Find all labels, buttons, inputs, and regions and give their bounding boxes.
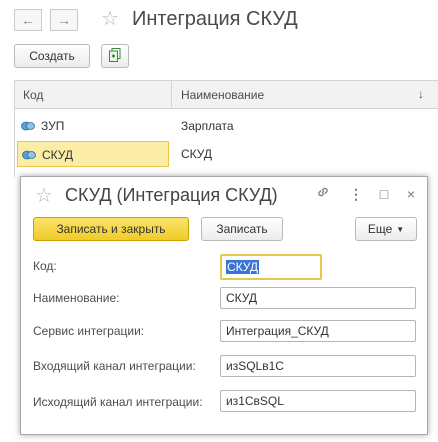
column-header-code[interactable]: Код bbox=[23, 88, 43, 102]
chain-link-icon bbox=[318, 187, 328, 197]
more-button[interactable]: Еще ▼ bbox=[355, 217, 417, 241]
chevron-down-icon: ▼ bbox=[396, 225, 405, 234]
name-label: Наименование: bbox=[33, 291, 120, 305]
incoming-channel-label: Входящий канал интеграции: bbox=[33, 359, 196, 373]
save-and-close-button[interactable]: Записать и закрыть bbox=[33, 217, 189, 241]
more-actions-icon[interactable]: ⋮ bbox=[348, 185, 364, 203]
more-button-label: Еще bbox=[367, 222, 393, 236]
row-name: Зарплата bbox=[181, 119, 234, 133]
link-icon[interactable] bbox=[315, 185, 331, 203]
copy-button[interactable] bbox=[101, 44, 129, 68]
outgoing-channel-field[interactable]: из1СвSQL bbox=[220, 390, 416, 412]
column-header-name[interactable]: Наименование bbox=[181, 88, 264, 102]
code-field-value: СКУД bbox=[226, 260, 260, 274]
page-title: Интеграция СКУД bbox=[132, 8, 298, 30]
create-button[interactable]: Создать bbox=[14, 44, 90, 68]
favorite-star-icon[interactable]: ☆ bbox=[35, 185, 53, 207]
row-code: ЗУП bbox=[41, 119, 65, 133]
catalog-item-icon bbox=[22, 150, 36, 160]
close-icon[interactable]: × bbox=[403, 185, 419, 203]
code-label: Код: bbox=[33, 259, 57, 273]
integration-service-label: Сервис интеграции: bbox=[33, 324, 145, 338]
table-row[interactable]: ЗУП Зарплата bbox=[15, 113, 438, 141]
sort-descending-icon[interactable]: ↓ bbox=[418, 87, 424, 101]
favorite-star-icon[interactable]: ☆ bbox=[101, 8, 119, 30]
form-title: СКУД (Интеграция СКУД) bbox=[65, 185, 278, 205]
integration-service-field[interactable]: Интеграция_СКУД bbox=[220, 320, 416, 342]
forward-button[interactable]: → bbox=[50, 9, 78, 31]
code-field[interactable]: СКУД bbox=[220, 254, 322, 280]
table-header: Код Наименование ↓ bbox=[15, 81, 438, 109]
row-name: СКУД bbox=[181, 147, 213, 161]
column-divider bbox=[171, 81, 172, 109]
name-field[interactable]: СКУД bbox=[220, 287, 416, 309]
catalog-item-icon bbox=[21, 121, 35, 131]
arrow-right-icon: → bbox=[57, 12, 71, 28]
arrow-left-icon: ← bbox=[21, 12, 35, 28]
row-code: СКУД bbox=[42, 148, 74, 162]
list-table: Код Наименование ↓ ЗУП Зарплата СКУД СКУ… bbox=[14, 80, 438, 177]
save-button[interactable]: Записать bbox=[201, 217, 283, 241]
outgoing-channel-label: Исходящий канал интеграции: bbox=[33, 395, 203, 409]
item-form-window: ☆ СКУД (Интеграция СКУД) ⋮ □ × Записать … bbox=[20, 176, 428, 435]
cell-code: ЗУП bbox=[17, 113, 169, 139]
incoming-channel-field[interactable]: изSQLв1С bbox=[220, 355, 416, 377]
cell-code: СКУД bbox=[17, 141, 169, 167]
table-row-selected[interactable]: СКУД СКУД bbox=[15, 141, 438, 169]
maximize-icon[interactable]: □ bbox=[376, 185, 392, 203]
back-button[interactable]: ← bbox=[14, 9, 42, 31]
copy-icon bbox=[109, 48, 121, 62]
